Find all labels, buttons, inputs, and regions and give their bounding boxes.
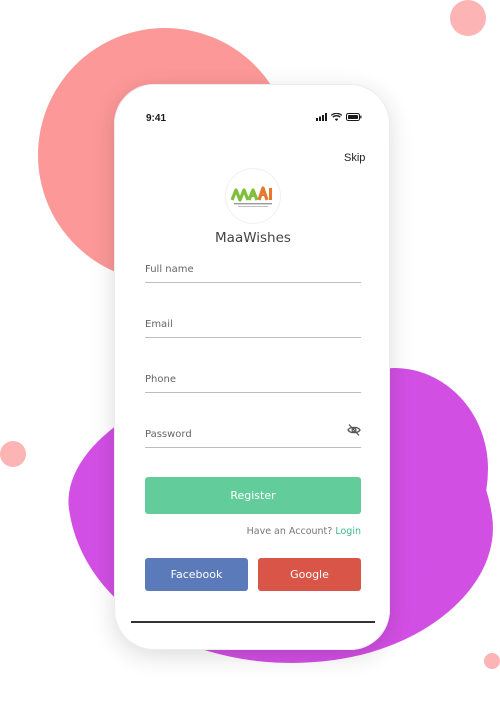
have-account-line: Have an Account? Login xyxy=(145,526,361,537)
register-button[interactable]: Register xyxy=(145,477,361,514)
have-account-text: Have an Account? xyxy=(246,526,333,537)
logo-mark xyxy=(230,186,272,207)
decorative-dot xyxy=(0,441,26,467)
status-icons xyxy=(316,113,362,121)
email-field xyxy=(145,313,361,338)
password-field xyxy=(145,423,361,448)
skip-button[interactable]: Skip xyxy=(344,152,365,164)
google-button[interactable]: Google xyxy=(258,558,361,591)
phone-input[interactable] xyxy=(145,368,361,390)
facebook-button[interactable]: Facebook xyxy=(145,558,248,591)
maawishes-logo xyxy=(226,169,280,223)
wifi-icon xyxy=(331,113,342,121)
full-name-input[interactable] xyxy=(145,258,361,280)
eye-off-icon[interactable] xyxy=(347,423,361,437)
password-input[interactable] xyxy=(145,423,361,445)
phone-field xyxy=(145,368,361,393)
decorative-dot xyxy=(484,653,500,669)
email-input[interactable] xyxy=(145,313,361,335)
signal-icon xyxy=(316,113,327,121)
battery-icon xyxy=(346,113,362,121)
login-link[interactable]: Login xyxy=(335,526,361,537)
full-name-field xyxy=(145,258,361,283)
status-time: 9:41 xyxy=(146,113,167,124)
page: 9:41 Skip MaaWishes Full name Email Phon… xyxy=(0,0,500,716)
app-name: MaaWishes xyxy=(215,230,291,246)
decorative-dot xyxy=(450,0,486,36)
